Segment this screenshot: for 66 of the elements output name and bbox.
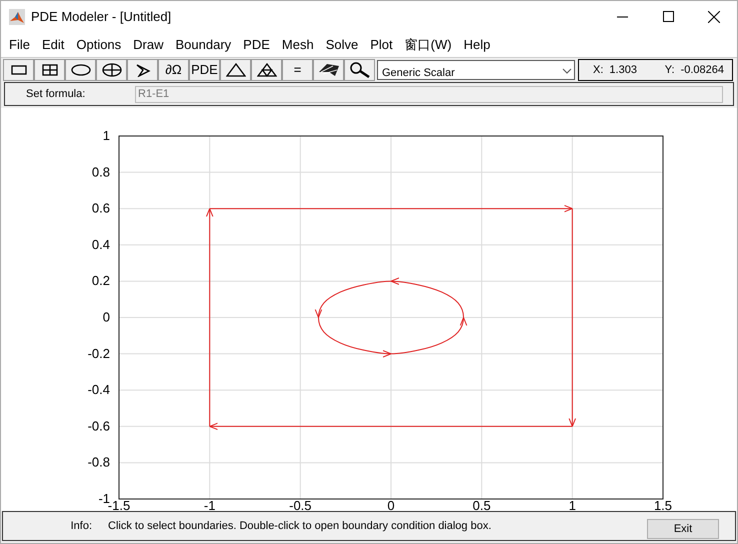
y-tick-label: -0.8 <box>88 454 110 470</box>
info-label: Info: <box>70 520 93 532</box>
exit-button[interactable]: Exit <box>647 519 719 539</box>
surface-plot-icon <box>316 62 340 78</box>
minimize-icon <box>616 16 628 18</box>
y-tick-label: -0.4 <box>88 382 110 398</box>
x-tick-label: -0.5 <box>289 498 312 511</box>
info-text: Click to select boundaries. Double-click to open boundary condition dialog box. <box>108 520 492 532</box>
menu-item[interactable]: Mesh <box>276 37 320 52</box>
menu-item[interactable]: Edit <box>36 37 70 52</box>
toolbar-button[interactable] <box>3 58 34 80</box>
y-tick-label: 0.8 <box>92 164 110 180</box>
rectangle-icon <box>10 64 26 74</box>
y-tick-label: 0 <box>102 310 110 324</box>
window-title: PDE Modeler - [Untitled] <box>31 9 172 24</box>
x-tick-label: 1.5 <box>654 498 672 511</box>
x-value: 1.303 <box>609 64 638 76</box>
x-tick-label: -1 <box>204 498 216 511</box>
maximize-icon <box>662 11 674 22</box>
menu-item[interactable]: Options <box>70 37 128 52</box>
centered-rectangle-icon <box>42 64 58 76</box>
chevron-down-icon <box>562 68 572 74</box>
x-tick-label: 0 <box>387 498 395 511</box>
toolbar-button[interactable] <box>34 58 65 80</box>
refined-triangle-icon <box>256 62 276 76</box>
menu-item[interactable]: Draw <box>127 37 170 52</box>
formula-field[interactable]: R1-E1 <box>135 86 723 102</box>
triangle-icon <box>226 62 246 76</box>
menu-item[interactable]: Plot <box>364 37 399 52</box>
y-tick-label: 0.4 <box>92 236 110 252</box>
toolbar-button[interactable] <box>220 58 251 80</box>
mode-dropdown[interactable]: Generic Scalar <box>377 60 575 80</box>
toolbar-button[interactable]: = <box>282 58 313 80</box>
menu-item[interactable]: PDE <box>237 37 276 52</box>
y-tick-label: 0.6 <box>92 200 110 216</box>
zoom-icon <box>348 62 370 78</box>
menu-item[interactable]: Solve <box>320 37 364 52</box>
toolbar-button[interactable] <box>65 58 96 80</box>
x-label: X: <box>593 64 604 76</box>
y-label: Y: <box>664 64 675 76</box>
x-tick-label: 0.5 <box>472 498 491 511</box>
y-tick-label: -0.6 <box>88 418 110 434</box>
app-logo-icon <box>9 8 25 24</box>
x-tick-label: -1.5 <box>108 498 130 511</box>
y-tick-label: -1 <box>98 491 110 506</box>
y-tick-label: 1 <box>102 128 110 143</box>
close-icon <box>708 10 720 22</box>
menu-item[interactable]: File <box>3 37 36 52</box>
menu-item[interactable]: Boundary <box>170 37 238 52</box>
y-value: -0.08264 <box>680 64 724 76</box>
menu-item[interactable]: Help <box>458 37 496 52</box>
y-tick-label: 0.2 <box>92 273 110 288</box>
centered-ellipse-icon <box>102 62 122 76</box>
toolbar-button[interactable] <box>96 58 127 80</box>
toolbar-button[interactable]: ∂Ω <box>158 58 189 80</box>
ellipse-icon <box>70 64 90 76</box>
toolbar-button[interactable] <box>251 58 282 80</box>
formula-label: Set formula: <box>25 88 86 100</box>
polygon-icon <box>134 62 150 76</box>
toolbar-button[interactable] <box>127 58 158 80</box>
x-tick-label: 1 <box>568 498 576 511</box>
toolbar-button[interactable]: PDE <box>189 58 220 80</box>
toolbar-button[interactable] <box>313 58 344 80</box>
toolbar-button[interactable] <box>344 58 375 80</box>
menu-item[interactable]: 窗口(W) <box>398 36 458 54</box>
y-tick-label: -0.2 <box>88 346 110 361</box>
